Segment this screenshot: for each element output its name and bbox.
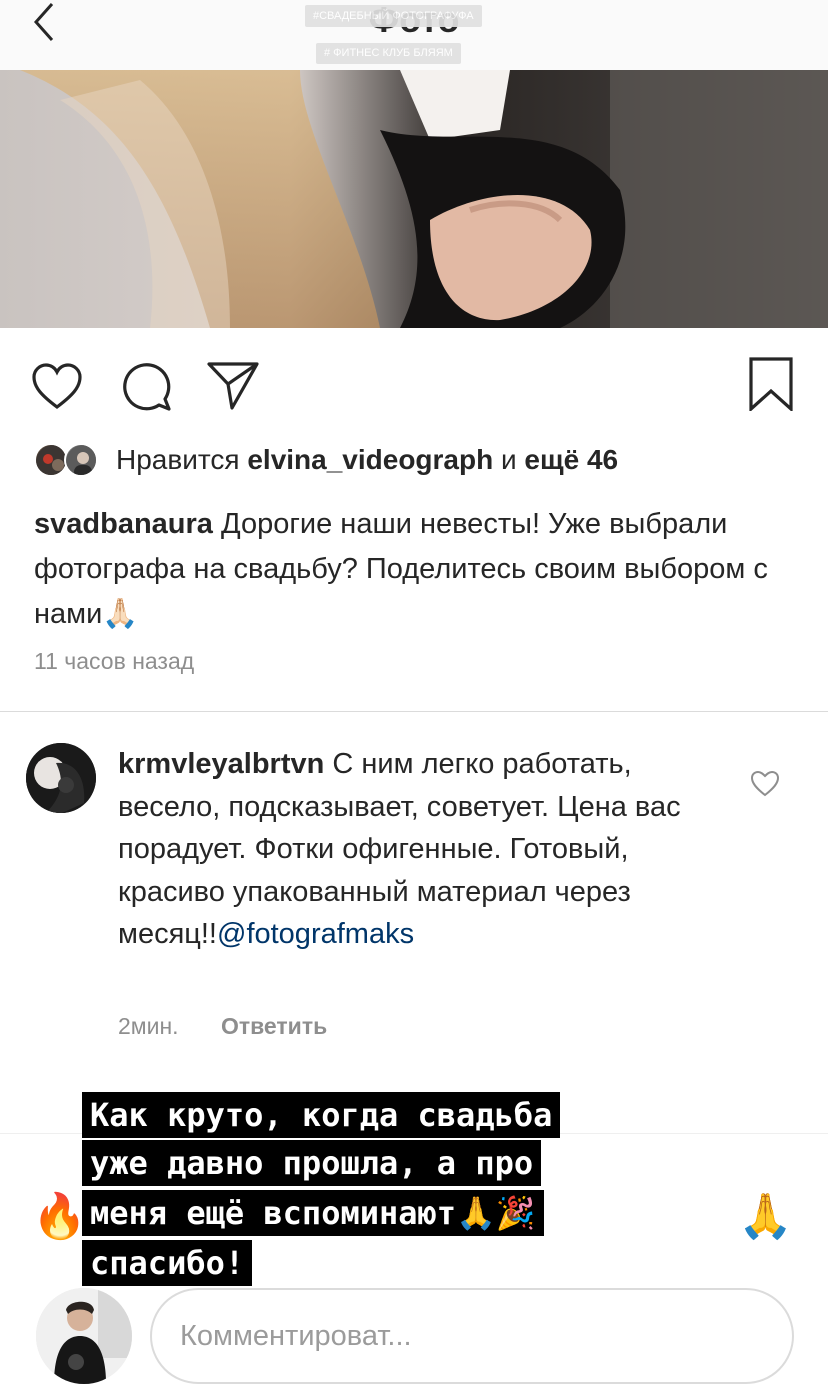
story-text-line-3: меня ещё вспоминают🙏🎉 [82,1190,544,1236]
save-button[interactable] [744,356,798,412]
liker-avatars [34,440,106,480]
likes-count[interactable]: ещё 46 [524,444,618,476]
likes-prefix: Нравится [116,444,240,475]
avatar[interactable] [26,743,96,813]
bookmark-icon [749,357,793,411]
comment-body: krmvleyalbrtvn С ним легко работать, вес… [118,743,718,956]
post-action-bar [0,330,828,430]
post-caption: svadbanaura Дорогие наши невесты! Уже вы… [34,502,794,637]
hashtag-sticker-secondary: # ФИТНЕС КЛУБ БЛЯЯМ [316,43,461,64]
avatar [64,443,98,477]
likes-conjunction: и [501,444,517,475]
post-photo[interactable] [0,70,828,328]
fire-emoji[interactable]: 🔥 [32,1190,87,1244]
comment-like-button[interactable] [750,770,780,803]
share-button[interactable] [205,358,261,414]
comment-meta: 2мин. Ответить [118,1013,327,1040]
commenter-avatar-image [26,743,96,813]
heart-outline-icon [750,770,780,797]
story-text-line-1: Как круто, когда свадьба [82,1092,561,1138]
divider [0,711,828,712]
reply-button[interactable]: Ответить [221,1013,327,1039]
likes-summary[interactable]: Нравится elvina_videograph и ещё 46 [34,438,618,482]
paper-plane-icon [207,362,259,410]
photo-image [0,70,828,328]
avatar [34,443,68,477]
heart-outline-icon [32,363,82,410]
comment-time: 2мин. [118,1013,179,1039]
nav-header: Фото #СВАДЕБНЫЙ ФОТОГРАФУФА # ФИТНЕС КЛУ… [0,0,828,70]
like-button[interactable] [30,360,84,414]
hashtag-sticker: #СВАДЕБНЫЙ ФОТОГРАФУФА [305,5,482,27]
post-timestamp: 11 часов назад [34,648,195,674]
avatar[interactable] [36,1288,132,1384]
caption-author[interactable]: svadbanaura [34,508,213,540]
current-user-avatar-image [36,1288,132,1384]
story-text-line-2: уже давно прошла, а про [82,1140,542,1186]
comment-input[interactable] [150,1288,794,1384]
story-text-line-4: спасибо! [82,1240,253,1286]
liker-username[interactable]: elvina_videograph [247,444,493,476]
comment-author[interactable]: krmvleyalbrtvn [118,748,324,780]
pray-emoji[interactable]: 🙏 [738,1190,793,1244]
comment-bubble-icon [123,363,171,411]
mention-link[interactable]: @fotografmaks [217,918,414,950]
pray-emoji: 🙏🏻 [102,598,139,630]
comment-button[interactable] [120,360,174,414]
